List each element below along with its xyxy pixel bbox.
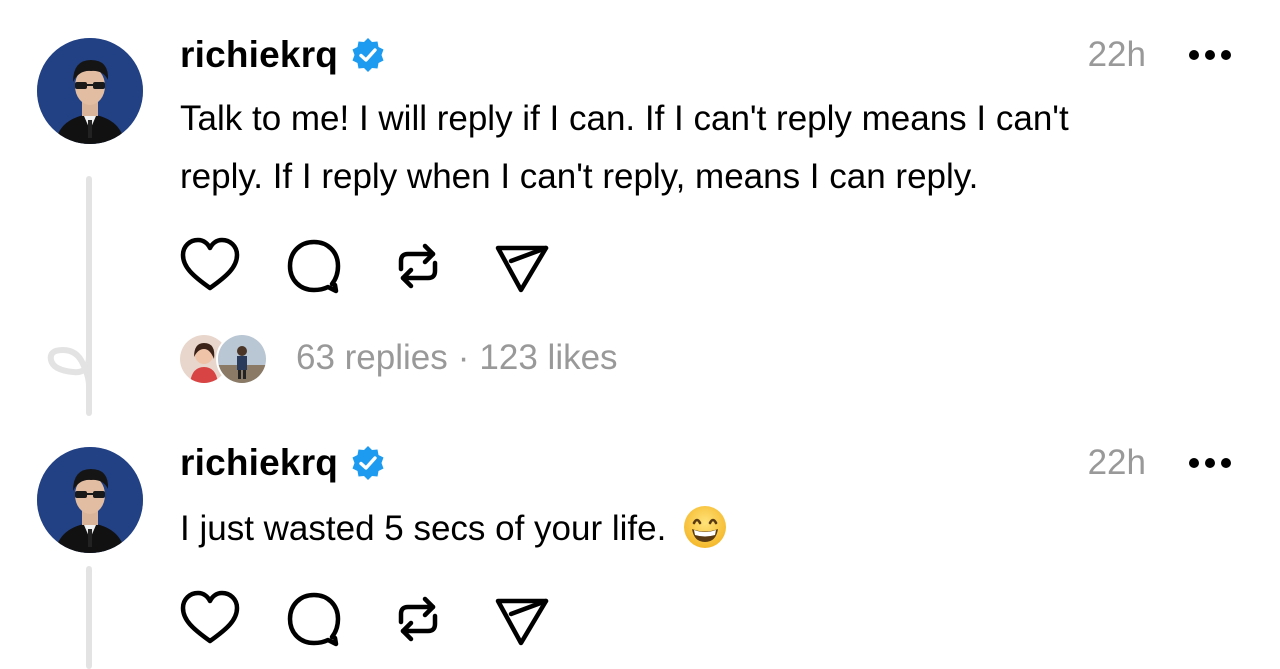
send-icon	[495, 598, 549, 646]
action-bar	[178, 587, 594, 651]
username[interactable]: richiekrq	[180, 442, 338, 484]
avatar[interactable]	[37, 38, 143, 144]
thread-feed: richiekrq 22h Talk to me! I will reply i…	[0, 0, 1280, 669]
like-button[interactable]	[178, 587, 242, 651]
share-button[interactable]	[490, 234, 554, 298]
verified-badge-icon	[350, 445, 386, 481]
more-icon	[1189, 50, 1231, 60]
avatar-image	[37, 38, 143, 144]
post-stats: 63 replies · 123 likes	[178, 330, 618, 386]
username[interactable]: richiekrq	[180, 34, 338, 76]
reply-button[interactable]	[282, 587, 346, 651]
repost-button[interactable]	[386, 234, 450, 298]
timestamp: 22h	[1087, 443, 1146, 482]
post-text-line: I just wasted 5 secs of your life.	[180, 509, 667, 548]
post-text: Talk to me! I will reply if I can. If I …	[180, 90, 1240, 206]
avatar[interactable]	[37, 447, 143, 553]
post-header: richiekrq 22h	[180, 438, 1250, 488]
share-button[interactable]	[490, 587, 554, 651]
stats-text: 63 replies · 123 likes	[296, 338, 618, 378]
comment-icon	[287, 239, 341, 294]
reply-button[interactable]	[282, 234, 346, 298]
thread-line	[86, 566, 92, 669]
send-icon	[495, 245, 549, 293]
post-text: I just wasted 5 secs of your life.	[180, 500, 1240, 558]
post-header: richiekrq 22h	[180, 30, 1250, 80]
action-bar	[178, 234, 594, 298]
heart-icon	[180, 237, 240, 291]
verified-badge-icon	[350, 37, 386, 73]
avatar-image	[37, 447, 143, 553]
more-options-button[interactable]	[1180, 443, 1240, 483]
timestamp: 22h	[1087, 35, 1146, 74]
repost-button[interactable]	[386, 587, 450, 651]
repost-icon	[398, 243, 438, 289]
more-options-button[interactable]	[1180, 35, 1240, 75]
heart-icon	[180, 590, 240, 644]
comment-icon	[287, 592, 341, 647]
more-icon	[1189, 458, 1231, 468]
grinning-face-emoji-icon	[682, 504, 728, 550]
separator: ·	[457, 338, 470, 377]
post-text-line: reply. If I reply when I can't reply, me…	[180, 157, 979, 196]
repost-icon	[398, 596, 438, 642]
replier-avatars	[178, 333, 270, 385]
like-button[interactable]	[178, 234, 242, 298]
thread-loop-icon	[47, 331, 92, 389]
likes-count[interactable]: 123 likes	[479, 338, 617, 378]
post-text-line: Talk to me! I will reply if I can. If I …	[180, 99, 1069, 138]
replier-avatar[interactable]	[216, 333, 268, 385]
replies-count[interactable]: 63 replies	[296, 338, 448, 378]
